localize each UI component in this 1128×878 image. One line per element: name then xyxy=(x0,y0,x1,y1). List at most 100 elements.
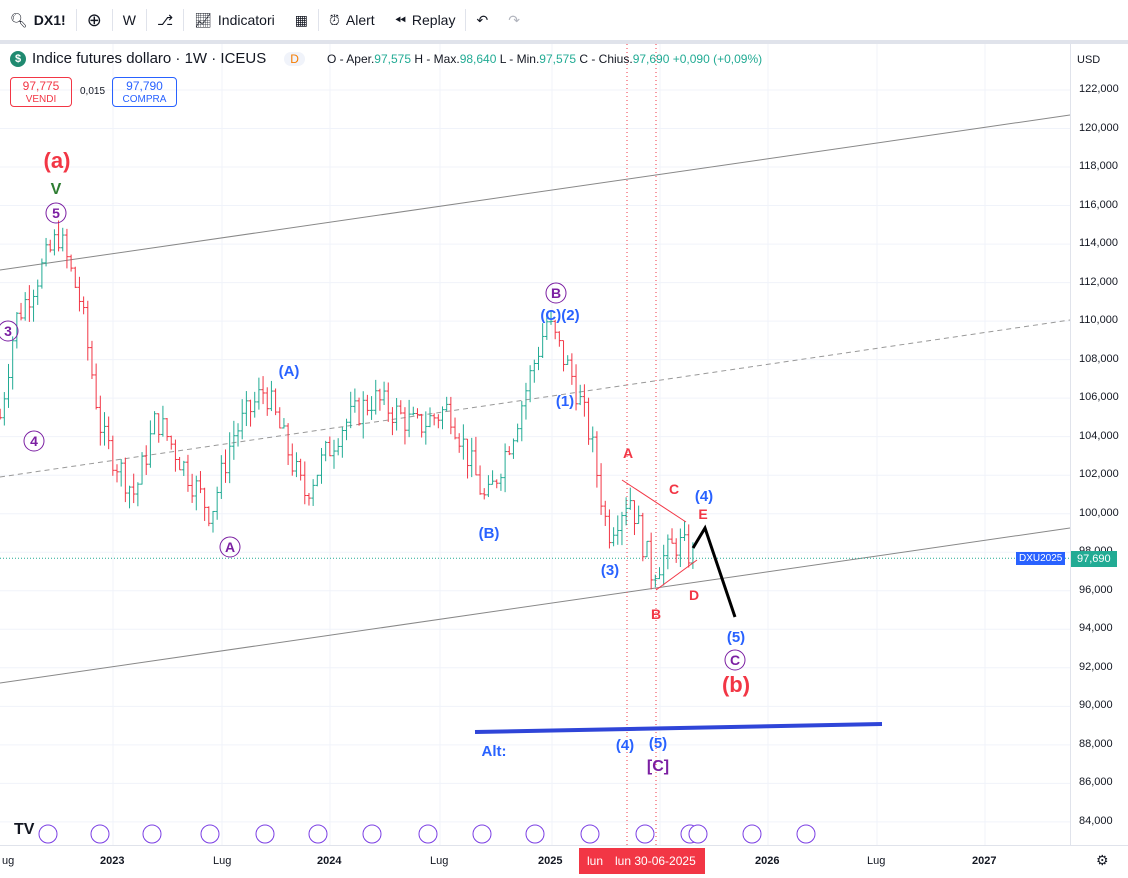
price-bar xyxy=(135,482,140,507)
chart-legend: $ Indice futures dollaro · 1W · ICEUS D … xyxy=(10,50,762,67)
price-bar xyxy=(44,237,49,267)
event-icon xyxy=(418,824,438,844)
price-bar xyxy=(628,487,633,510)
price-tick: 108,000 xyxy=(1079,352,1119,365)
chart-type-button[interactable]: ⎇ xyxy=(147,0,183,40)
price-bar xyxy=(165,417,170,441)
price-bar xyxy=(569,353,574,385)
wave-label: (b) xyxy=(722,672,750,697)
price-bar xyxy=(156,413,161,443)
price-bar xyxy=(177,456,182,471)
symbol-tag: DXU2025 xyxy=(1016,552,1066,565)
price-bar xyxy=(2,392,7,426)
price-axis[interactable]: USD 122,000 120,000 118,000 116,000 114,000 1… xyxy=(1016,44,1128,845)
price-bar xyxy=(407,399,412,438)
wave-label: V xyxy=(51,181,62,198)
price-tick: 86,000 xyxy=(1079,776,1113,789)
wave-label-text: 5 xyxy=(52,205,60,221)
price-bar xyxy=(323,440,328,462)
price-bar xyxy=(682,521,687,542)
alt-target-line xyxy=(474,722,883,734)
price-bar xyxy=(599,463,604,515)
replay-button[interactable]: ⏪︎ Replay xyxy=(385,0,466,40)
undo-button[interactable]: ↶ xyxy=(466,0,498,40)
alert-button[interactable]: ⏰︎ Alert xyxy=(319,0,385,40)
wave-label-text: (1) xyxy=(556,393,574,410)
wave-label: A xyxy=(623,445,633,461)
wave-label-text: B xyxy=(651,606,661,622)
wave-label: [C] xyxy=(647,758,669,775)
price-bar xyxy=(148,420,153,468)
interval-button[interactable]: W xyxy=(113,0,146,40)
wave-label-text: (5) xyxy=(727,629,745,646)
price-bar xyxy=(306,492,311,506)
price-bar xyxy=(215,486,220,520)
wave-label: A xyxy=(219,536,241,558)
symbol-search[interactable]: 🔍︎ DX1! xyxy=(0,0,76,40)
event-icon xyxy=(525,824,545,844)
layouts-button[interactable]: ▦ xyxy=(285,0,318,40)
price-tick: 106,000 xyxy=(1079,391,1119,404)
price-chart[interactable]: (a)V534A(A)(B)B(C)(2)(1)(3)AC (4)EDB(5)C(… xyxy=(0,44,1070,845)
price-bar xyxy=(210,510,215,533)
price-bar xyxy=(519,401,524,442)
price-tick: 100,000 xyxy=(1079,506,1119,519)
price-tick: 122,000 xyxy=(1079,83,1119,95)
wave-label-text: (B) xyxy=(479,525,500,542)
price-bar xyxy=(181,460,186,477)
plus-circle-icon: ⊕ xyxy=(86,9,102,30)
currency-selector[interactable]: USD xyxy=(1077,54,1100,66)
event-icon xyxy=(255,824,275,844)
price-bar xyxy=(386,382,391,422)
price-bar xyxy=(194,475,199,511)
price-bar xyxy=(415,408,420,419)
wave-label: (C)(2) xyxy=(540,307,579,324)
price-bar xyxy=(223,449,228,483)
undo-icon: ↶ xyxy=(476,11,489,28)
price-bar xyxy=(357,397,362,426)
sell-button[interactable]: 97,775 VENDI xyxy=(10,77,72,107)
event-icon xyxy=(308,824,328,844)
price-bar xyxy=(332,439,337,469)
price-bar xyxy=(327,436,332,457)
price-bar xyxy=(615,515,620,545)
price-bar xyxy=(240,399,245,440)
price-bar xyxy=(173,439,178,472)
price-tick: 84,000 xyxy=(1079,814,1113,827)
event-icon xyxy=(362,824,382,844)
wave-label-text: 4 xyxy=(30,433,38,449)
price-bar xyxy=(315,474,320,487)
price-bar xyxy=(252,391,257,418)
price-bar xyxy=(432,413,437,426)
time-axis[interactable]: ug 2023 Lug 2024 Lug 2025 2026 Lug 2027 … xyxy=(0,845,1128,878)
price-bar xyxy=(457,433,462,453)
price-bar xyxy=(35,279,40,305)
price-bar xyxy=(85,300,90,361)
buy-button[interactable]: 97,790 COMPRA xyxy=(112,77,177,107)
price-bar xyxy=(39,258,44,289)
price-bar xyxy=(265,387,270,416)
price-bar xyxy=(60,227,65,252)
price-tick: 88,000 xyxy=(1079,737,1113,750)
price-bar xyxy=(465,438,470,479)
event-icon xyxy=(200,824,220,844)
price-bar xyxy=(152,411,157,435)
event-icon xyxy=(635,824,655,844)
alarm-icon: ⏰︎ xyxy=(328,11,340,28)
indicators-button[interactable]: 📈︎ Indicatori xyxy=(184,0,285,40)
price-bar xyxy=(185,454,190,492)
redo-button[interactable]: ↷ xyxy=(498,0,530,40)
price-bar xyxy=(336,438,341,456)
data-status-badge[interactable]: D xyxy=(284,51,305,66)
compare-button[interactable]: ⊕ xyxy=(77,0,112,40)
price-bar xyxy=(515,423,520,443)
price-bar xyxy=(469,437,474,478)
settings-icon[interactable]: ⚙︎ xyxy=(1096,852,1109,869)
wave-label-text: A xyxy=(225,539,235,555)
channel-upper-line xyxy=(0,114,1070,271)
price-bar xyxy=(536,346,541,371)
price-bar xyxy=(127,485,132,509)
price-bar xyxy=(319,447,324,484)
wave-label-text: (A) xyxy=(279,363,300,380)
wave-label: (5) xyxy=(649,735,667,752)
